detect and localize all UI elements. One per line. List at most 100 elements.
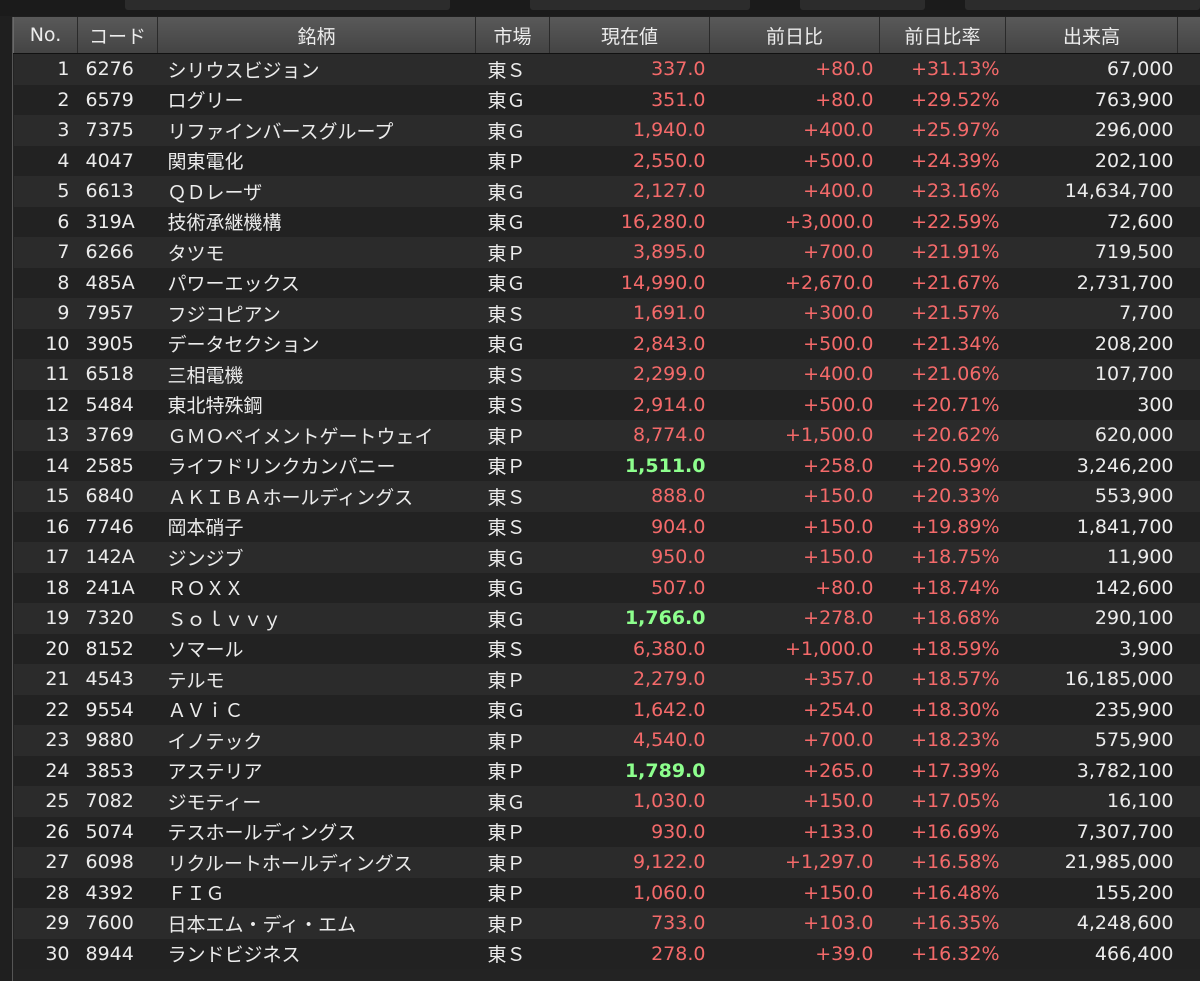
table-row[interactable]: 25 7082 ジモティー 東Ｇ 1,030.0 +150.0 +17.05% 16,100 bbox=[13, 786, 1200, 817]
name-cell: パワーエックス bbox=[157, 267, 476, 298]
table-row[interactable]: 22 9554 ＡＶｉＣ 東Ｇ 1,642.0 +254.0 +18.30% 235,900 bbox=[13, 694, 1200, 725]
column-header-volume[interactable]: 出来高 bbox=[1005, 17, 1178, 54]
name-cell: イノテック bbox=[157, 725, 476, 756]
row-spacer bbox=[1177, 53, 1200, 85]
table-row[interactable]: 21 4543 テルモ 東Ｐ 2,279.0 +357.0 +18.57% 16,185,00… bbox=[13, 664, 1200, 695]
code-cell: 6579 bbox=[77, 84, 158, 115]
table-row[interactable]: 9 7957 フジコピアン 東Ｓ 1,691.0 +300.0 +21.57% 7,700 bbox=[13, 298, 1200, 329]
market-cell: 東Ｐ bbox=[475, 908, 550, 939]
price-cell: 8,774.0 bbox=[549, 420, 710, 451]
name-cell: データセクション bbox=[157, 328, 476, 359]
row-spacer bbox=[1177, 847, 1200, 878]
toolbar-button[interactable] bbox=[125, 0, 450, 10]
market-cell: 東Ｐ bbox=[475, 145, 550, 176]
code-cell: 6840 bbox=[77, 481, 158, 512]
name-cell: ライフドリンクカンパニー bbox=[157, 450, 476, 481]
table-row[interactable]: 4 4047 関東電化 東Ｐ 2,550.0 +500.0 +24.39% 202,100 bbox=[13, 145, 1200, 176]
volume-cell: 300 bbox=[1005, 389, 1178, 420]
column-header-code[interactable]: コード bbox=[77, 17, 158, 54]
price-cell: 733.0 bbox=[549, 908, 710, 939]
table-row[interactable]: 2 6579 ログリー 東Ｇ 351.0 +80.0 +29.52% 763,900 bbox=[13, 84, 1200, 115]
change-pct-cell: +21.06% bbox=[879, 359, 1006, 390]
table-row[interactable]: 27 6098 リクルートホールディングス 東Ｐ 9,122.0 +1,297.0 +16.… bbox=[13, 847, 1200, 878]
table-row[interactable]: 12 5484 東北特殊鋼 東Ｓ 2,914.0 +500.0 +20.71% 300 bbox=[13, 389, 1200, 420]
table-row[interactable]: 11 6518 三相電機 東Ｓ 2,299.0 +400.0 +21.06% 107,700 bbox=[13, 359, 1200, 390]
change-pct-cell: +21.57% bbox=[879, 298, 1006, 329]
market-cell: 東Ｇ bbox=[475, 84, 550, 115]
change-pct-cell: +16.58% bbox=[879, 847, 1006, 878]
market-cell: 東Ｇ bbox=[475, 115, 550, 146]
price-cell: 2,843.0 bbox=[549, 328, 710, 359]
price-cell: 1,060.0 bbox=[549, 877, 710, 908]
table-row[interactable]: 20 8152 ソマール 東Ｓ 6,380.0 +1,000.0 +18.59% 3,900 bbox=[13, 633, 1200, 664]
volume-cell: 3,900 bbox=[1005, 633, 1178, 664]
name-cell: シリウスビジョン bbox=[157, 53, 476, 85]
table-row[interactable]: 14 2585 ライフドリンクカンパニー 東Ｐ 1,511.0 +258.0 +20.59%… bbox=[13, 450, 1200, 481]
name-cell: ジモティー bbox=[157, 786, 476, 817]
price-cell: 3,895.0 bbox=[549, 237, 710, 268]
table-row[interactable]: 26 5074 テスホールディングス 東Ｐ 930.0 +133.0 +16.69% 7,30… bbox=[13, 816, 1200, 847]
name-cell: タツモ bbox=[157, 237, 476, 268]
row-spacer bbox=[1177, 84, 1200, 115]
name-cell: アステリア bbox=[157, 755, 476, 786]
table-row[interactable]: 5 6613 ＱＤレーザ 東Ｇ 2,127.0 +400.0 +23.16% 14,634,7… bbox=[13, 176, 1200, 207]
toolbar-button[interactable] bbox=[965, 0, 1200, 10]
change-cell: +700.0 bbox=[709, 725, 880, 756]
table-row[interactable]: 15 6840 ＡＫＩＢＡホールディングス 東Ｓ 888.0 +150.0 +20.33% 5… bbox=[13, 481, 1200, 512]
table-row[interactable]: 18 241A ＲＯＸＸ 東Ｇ 507.0 +80.0 +18.74% 142,600 bbox=[13, 572, 1200, 603]
column-header-change[interactable]: 前日比 bbox=[709, 17, 880, 54]
market-cell: 東Ｓ bbox=[475, 511, 550, 542]
table-row[interactable]: 1 6276 シリウスビジョン 東Ｓ 337.0 +80.0 +31.13% 67,000 bbox=[13, 53, 1200, 85]
change-pct-cell: +23.16% bbox=[879, 176, 1006, 207]
name-cell: ＱＤレーザ bbox=[157, 176, 476, 207]
volume-cell: 72,600 bbox=[1005, 206, 1178, 237]
table-row[interactable]: 17 142A ジンジブ 東Ｇ 950.0 +150.0 +18.75% 11,900 bbox=[13, 542, 1200, 573]
name-cell: ＲＯＸＸ bbox=[157, 572, 476, 603]
rank-cell: 5 bbox=[13, 176, 78, 207]
toolbar-button[interactable] bbox=[530, 0, 750, 10]
table-row[interactable]: 7 6266 タツモ 東Ｐ 3,895.0 +700.0 +21.91% 719,500 bbox=[13, 237, 1200, 268]
code-cell: 5074 bbox=[77, 816, 158, 847]
table-row[interactable]: 24 3853 アステリア 東Ｐ 1,789.0 +265.0 +17.39% 3,782,1… bbox=[13, 755, 1200, 786]
market-cell: 東Ｇ bbox=[475, 542, 550, 573]
market-cell: 東Ｓ bbox=[475, 633, 550, 664]
toolbar-button[interactable] bbox=[800, 0, 925, 10]
table-row[interactable]: 10 3905 データセクション 東Ｇ 2,843.0 +500.0 +21.34% 208,… bbox=[13, 328, 1200, 359]
name-cell: 三相電機 bbox=[157, 359, 476, 390]
table-row[interactable]: 28 4392 ＦＩＧ 東Ｐ 1,060.0 +150.0 +16.48% 155,200 bbox=[13, 877, 1200, 908]
row-spacer bbox=[1177, 450, 1200, 481]
rank-cell: 18 bbox=[13, 572, 78, 603]
table-row[interactable]: 30 8944 ランドビジネス 東Ｓ 278.0 +39.0 +16.32% 466,400 bbox=[13, 938, 1200, 969]
price-cell: 4,540.0 bbox=[549, 725, 710, 756]
column-header-market[interactable]: 市場 bbox=[475, 17, 550, 54]
price-cell: 930.0 bbox=[549, 816, 710, 847]
market-cell: 東Ｐ bbox=[475, 450, 550, 481]
market-cell: 東Ｇ bbox=[475, 572, 550, 603]
column-header-name[interactable]: 銘柄 bbox=[157, 17, 476, 54]
column-header-change-pct[interactable]: 前日比率 bbox=[879, 17, 1006, 54]
table-row[interactable]: 13 3769 ＧＭＯペイメントゲートウェイ 東Ｐ 8,774.0 +1,500.0 +20… bbox=[13, 420, 1200, 451]
volume-cell: 67,000 bbox=[1005, 53, 1178, 85]
table-row[interactable]: 16 7746 岡本硝子 東Ｓ 904.0 +150.0 +19.89% 1,841,700 bbox=[13, 511, 1200, 542]
volume-cell: 107,700 bbox=[1005, 359, 1178, 390]
volume-cell: 4,248,600 bbox=[1005, 908, 1178, 939]
change-pct-cell: +16.32% bbox=[879, 938, 1006, 969]
rank-cell: 3 bbox=[13, 115, 78, 146]
name-cell: ソマール bbox=[157, 633, 476, 664]
table-row[interactable]: 23 9880 イノテック 東Ｐ 4,540.0 +700.0 +18.23% 575,900 bbox=[13, 725, 1200, 756]
column-header-no[interactable]: No. bbox=[13, 17, 78, 54]
table-row[interactable]: 29 7600 日本エム・ディ・エム 東Ｐ 733.0 +103.0 +16.35% 4,24… bbox=[13, 908, 1200, 939]
table-row[interactable]: 19 7320 Ｓｏｌｖｖｙ 東Ｇ 1,766.0 +278.0 +18.68% 290,10… bbox=[13, 603, 1200, 634]
name-cell: ログリー bbox=[157, 84, 476, 115]
table-row[interactable]: 3 7375 リファインバースグループ 東Ｇ 1,940.0 +400.0 +25.97% 2… bbox=[13, 115, 1200, 146]
market-cell: 東Ｓ bbox=[475, 389, 550, 420]
table-row[interactable]: 6 319A 技術承継機構 東Ｇ 16,280.0 +3,000.0 +22.59% 72,6… bbox=[13, 206, 1200, 237]
ranking-table-container: No. コード 銘柄 市場 現在値 前日比 前日比率 出来高 1 6276 シリウス… bbox=[12, 17, 1200, 981]
price-cell: 888.0 bbox=[549, 481, 710, 512]
row-spacer bbox=[1177, 267, 1200, 298]
change-cell: +80.0 bbox=[709, 84, 880, 115]
rank-cell: 17 bbox=[13, 542, 78, 573]
column-header-price[interactable]: 現在値 bbox=[549, 17, 710, 54]
price-cell: 2,550.0 bbox=[549, 145, 710, 176]
table-row[interactable]: 8 485A パワーエックス 東Ｇ 14,990.0 +2,670.0 +21.67% 2,7… bbox=[13, 267, 1200, 298]
